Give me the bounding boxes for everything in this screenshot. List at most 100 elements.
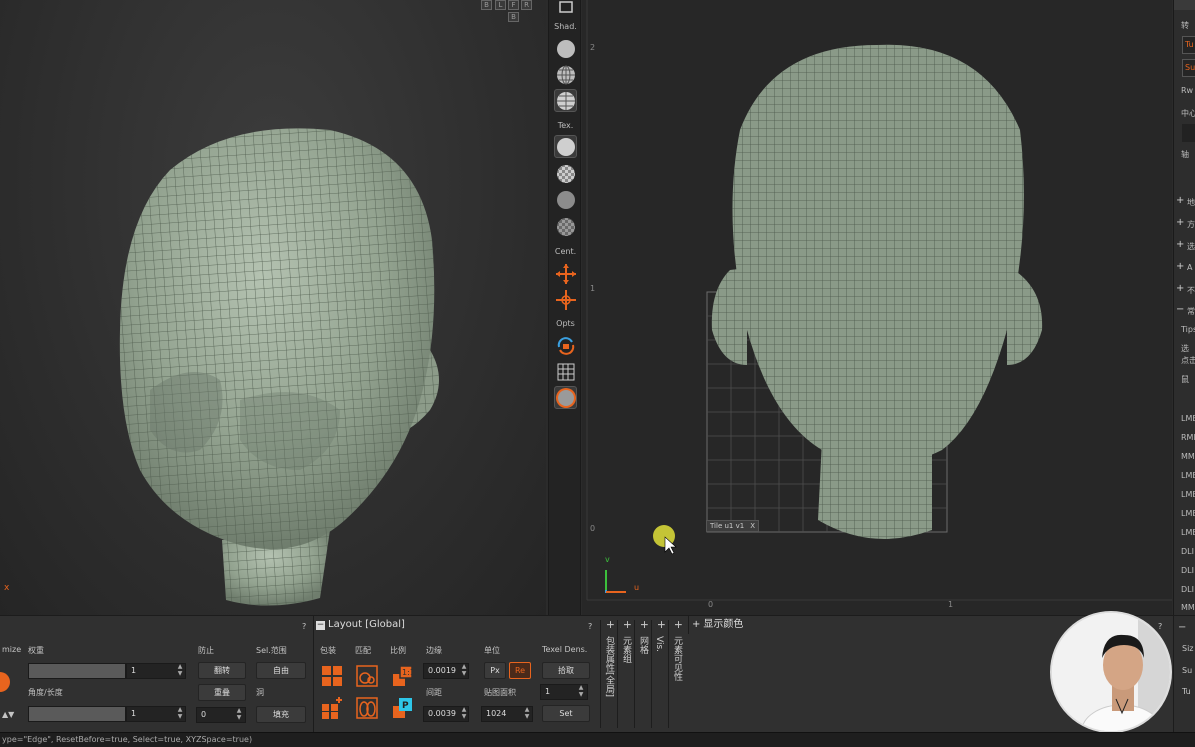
bottom-right-collapse[interactable]: − xyxy=(1178,622,1186,633)
rp-item-15: 鼠 xyxy=(1181,375,1189,384)
rp-item-16: LMB xyxy=(1181,414,1195,423)
scale-pin-icon[interactable]: P xyxy=(392,697,414,719)
tab-element-visibility[interactable]: + 元素可见性 xyxy=(668,620,685,728)
shading-solid-icon[interactable] xyxy=(554,37,577,60)
help-button-1[interactable]: ? xyxy=(302,622,306,631)
rp-item-4: 中心 xyxy=(1181,109,1195,118)
pack-label: 包装 xyxy=(320,646,336,655)
center-move-icon[interactable] xyxy=(554,262,577,285)
lock-rotate-icon[interactable] xyxy=(554,334,577,357)
grid-icon[interactable] xyxy=(554,360,577,383)
tile-label-box: Tile u1 v1 X xyxy=(706,520,759,532)
bottom-right-item-2: Tu xyxy=(1182,687,1191,696)
tool-strip: Shad. Tex. Cent. Opts xyxy=(548,0,581,615)
rp-expand-5[interactable]: + xyxy=(1176,283,1184,294)
rp-item-22: LMB xyxy=(1181,528,1195,537)
free-button[interactable]: 自由 xyxy=(256,662,306,679)
rp-item-8: 选 xyxy=(1187,242,1195,251)
center-label: Cent. xyxy=(554,247,577,256)
weight-spin-icon[interactable]: ▲ ▼ xyxy=(176,663,184,679)
texture-fine-icon[interactable] xyxy=(554,215,577,238)
rp-item-25: DLI xyxy=(1181,585,1194,594)
frame-icon[interactable] xyxy=(554,0,577,14)
px-button[interactable]: Px xyxy=(484,662,506,679)
texel-spin-icon[interactable]: ▲ ▼ xyxy=(577,684,585,700)
uv-tick-1: 1 xyxy=(590,284,596,293)
right-panel: 转 Tu Su Rw 中心 轴 +地 +方 +选 +A +不 −常 Tips 选… xyxy=(1173,0,1195,615)
tile-close-button[interactable]: X xyxy=(750,521,755,531)
right-panel-header xyxy=(1174,0,1195,10)
options-label: Opts xyxy=(556,319,575,328)
viewport-3d[interactable]: B L F R B x xyxy=(0,0,546,615)
tab-grid[interactable]: + 网格 xyxy=(634,620,651,728)
rp-item-0: 转 xyxy=(1181,21,1189,30)
weight-slider[interactable] xyxy=(28,663,126,679)
bottom-right-item-0: Siz xyxy=(1182,644,1194,653)
status-bar: ype="Edge", ResetBefore=true, Select=tru… xyxy=(0,732,1195,747)
pack-icon[interactable] xyxy=(321,665,343,687)
rp-item-17: RMB xyxy=(1181,433,1195,442)
help-button-2[interactable]: ? xyxy=(588,622,592,631)
spacing-label: 间距 xyxy=(426,688,442,697)
display-color-header[interactable]: + 显示颜色 xyxy=(688,616,743,634)
shading-wire-solid-icon[interactable] xyxy=(554,89,577,112)
rp-item-24: DLI xyxy=(1181,566,1194,575)
head-3d-mesh[interactable] xyxy=(0,0,546,615)
optimize-spin-icon[interactable]: ▲▼ xyxy=(2,710,14,719)
rp-item-26: MM xyxy=(1181,603,1195,612)
rp-item-14: 点击 xyxy=(1181,356,1195,365)
margin-label: 边缘 xyxy=(426,646,442,655)
flip-button[interactable]: 翻转 xyxy=(198,662,246,679)
rp-su-field[interactable]: Su xyxy=(1182,59,1195,77)
shading-wire-icon[interactable] xyxy=(554,63,577,86)
texture-checker-icon[interactable] xyxy=(554,162,577,185)
angle-label: 角度/长度 xyxy=(28,688,63,697)
rp-expand-3[interactable]: + xyxy=(1176,239,1184,250)
optimize-icon[interactable] xyxy=(0,672,10,692)
re-button[interactable]: Re xyxy=(509,662,531,679)
axis-v-label: v xyxy=(605,555,610,564)
uv-canvas[interactable] xyxy=(582,0,1172,615)
angle-spin-icon[interactable]: ▲ ▼ xyxy=(176,706,184,722)
rp-item-20: LMB xyxy=(1181,490,1195,499)
spacing-spin-icon[interactable]: ▲ ▼ xyxy=(460,706,468,722)
pack-add-icon[interactable] xyxy=(321,697,343,719)
set-button[interactable]: Set xyxy=(542,705,590,722)
match-icon[interactable] xyxy=(356,665,378,687)
rp-item-6: 地 xyxy=(1187,198,1195,207)
rp-item-13: 选 xyxy=(1181,344,1189,353)
shading-label: Shad. xyxy=(554,22,577,31)
tab-vis[interactable]: + Vis. xyxy=(651,620,668,728)
unit-label: 单位 xyxy=(484,646,500,655)
tab-element-groups[interactable]: + 元素组 xyxy=(617,620,634,728)
map-res-label: 贴图面积 xyxy=(484,688,516,697)
rp-item-11: 常 xyxy=(1187,307,1195,316)
overlap-spin-icon[interactable]: ▲ ▼ xyxy=(235,707,243,723)
viewport-uv[interactable]: 2 1 0 0 1 v u Tile u1 v1 X xyxy=(582,0,1172,615)
rp-item-18: MMB xyxy=(1181,452,1195,461)
texture-none-icon[interactable] xyxy=(554,135,577,158)
texture-grey-icon[interactable] xyxy=(554,188,577,211)
rp-field[interactable] xyxy=(1182,124,1195,142)
help-button-3[interactable]: ? xyxy=(1158,622,1162,631)
hole-label: 洞 xyxy=(256,688,264,697)
overlap-button[interactable]: 重叠 xyxy=(198,684,246,701)
tile-label: Tile u1 v1 xyxy=(710,522,745,530)
rp-tu-field[interactable]: Tu xyxy=(1182,36,1195,54)
rp-expand-4[interactable]: + xyxy=(1176,261,1184,272)
rp-expand-1[interactable]: + xyxy=(1176,195,1184,206)
sel-range-label: Sel.范围 xyxy=(256,646,287,655)
layout-header[interactable]: − Layout [Global] xyxy=(316,616,405,634)
rp-collapse-6[interactable]: − xyxy=(1176,304,1184,315)
center-target-icon[interactable] xyxy=(554,288,577,311)
margin-spin-icon[interactable]: ▲ ▼ xyxy=(460,663,468,679)
tab-pack-props[interactable]: + 包装属性[全局] xyxy=(600,620,617,728)
angle-slider[interactable] xyxy=(28,706,126,722)
rp-expand-2[interactable]: + xyxy=(1176,217,1184,228)
pick-button[interactable]: 拾取 xyxy=(542,662,590,679)
match-add-icon[interactable] xyxy=(356,697,378,719)
map-res-spin-icon[interactable]: ▲ ▼ xyxy=(523,706,531,722)
color-sphere-icon[interactable] xyxy=(554,386,577,409)
fill-button[interactable]: 填充 xyxy=(256,706,306,723)
scale-icon[interactable]: 1:1 xyxy=(392,665,415,687)
